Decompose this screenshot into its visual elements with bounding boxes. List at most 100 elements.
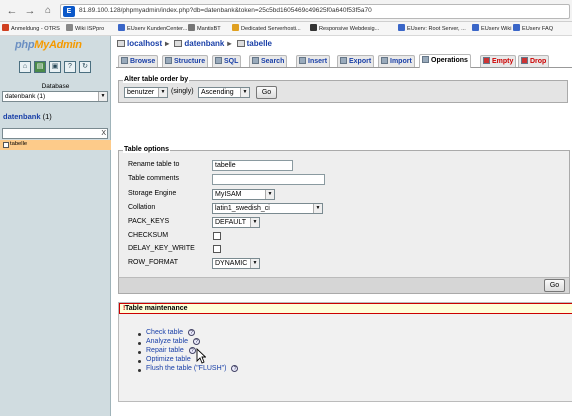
phpmyadmin-logo[interactable]: phpMyAdmin — [15, 39, 82, 51]
options-go-button[interactable]: Go — [544, 279, 565, 292]
insert-icon — [299, 57, 306, 64]
tab-export[interactable]: Export — [337, 55, 375, 67]
delay-key-write-checkbox[interactable] — [213, 245, 221, 253]
help-icon[interactable]: ? — [188, 347, 196, 354]
row-format-label: ROW_FORMAT — [128, 259, 179, 266]
delay-key-write-label: DELAY_KEY_WRITE — [128, 245, 195, 252]
order-fieldset: Alter table order by benutzer ▼ (singly) … — [118, 76, 568, 103]
breadcrumb-table[interactable]: tabelle — [247, 39, 272, 48]
row-format-select[interactable]: DYNAMIC ▼ — [212, 258, 260, 269]
order-go-button[interactable]: Go — [256, 86, 277, 99]
tab-browse[interactable]: Browse — [118, 55, 159, 67]
optimize-table-link[interactable]: Optimize table — [146, 356, 191, 363]
pack-keys-select[interactable]: DEFAULT ▼ — [212, 217, 260, 228]
bookmark-item[interactable]: EUserv KundenCenter... — [118, 24, 187, 34]
bookmark-item[interactable]: Wiki ISPpro — [66, 24, 104, 34]
table-icon[interactable] — [3, 142, 9, 148]
bookmark-item[interactable]: MantisBT — [188, 24, 221, 34]
bookmark-favicon-icon — [66, 24, 73, 31]
bookmark-item[interactable]: EUserv FAQ — [513, 24, 553, 34]
table-comments-input[interactable] — [212, 174, 325, 185]
url-bar[interactable]: E 81.89.100.128/phpmyadmin/index.php?db=… — [60, 4, 570, 19]
bookmark-favicon-icon — [398, 24, 405, 31]
bookmark-label: Dedicated Serverhosti... — [241, 26, 301, 32]
home-icon[interactable]: ⌂ — [19, 61, 31, 73]
bookmark-item[interactable]: EUserv Wiki — [472, 24, 511, 34]
analyze-table-link[interactable]: Analyze table? — [146, 338, 201, 345]
collation-label: Collation — [128, 204, 156, 211]
forward-arrow-icon[interactable]: → — [23, 4, 37, 18]
browser-toolbar: ← → ⌂ E 81.89.100.128/phpmyadmin/index.p… — [0, 0, 572, 22]
checksum-checkbox[interactable] — [213, 232, 221, 240]
table-filter-input[interactable]: X — [2, 128, 108, 139]
tab-import[interactable]: Import — [378, 55, 415, 67]
tab-drop[interactable]: Drop — [518, 55, 550, 67]
options-footer: Go — [118, 277, 570, 294]
chevron-down-icon: ▼ — [250, 218, 259, 227]
tab-search[interactable]: Search — [249, 55, 288, 67]
site-favicon-icon: E — [63, 6, 75, 17]
database-icon — [174, 40, 183, 47]
bookmark-item[interactable]: Anmeldung - OTRS — [2, 24, 60, 34]
order-column-select[interactable]: benutzer ▼ — [124, 87, 168, 98]
table-list-item[interactable]: tabelle — [0, 140, 111, 150]
help-icon[interactable]: ? — [193, 338, 201, 345]
tab-structure[interactable]: Structure — [162, 55, 209, 67]
server-icon — [117, 40, 125, 47]
chevron-down-icon: ▼ — [250, 259, 259, 268]
maintenance-header: ! Table maintenance — [119, 303, 572, 314]
drop-icon — [521, 57, 528, 64]
database-title-link[interactable]: datenbank (1) — [3, 112, 52, 121]
help-icon[interactable]: ? — [187, 329, 195, 336]
table-maintenance-fieldset: ! Table maintenance Check table? Analyze… — [118, 302, 572, 402]
back-arrow-icon[interactable]: ← — [5, 4, 19, 18]
order-direction-select[interactable]: Ascending ▼ — [198, 87, 250, 98]
storage-engine-select[interactable]: MyISAM ▼ — [212, 189, 275, 200]
mouse-cursor-icon — [196, 348, 206, 364]
browse-icon — [121, 57, 128, 64]
storage-engine-label: Storage Engine — [128, 190, 177, 197]
singly-label: (singly) — [171, 88, 194, 95]
bookmark-label: EUserv FAQ — [522, 26, 554, 32]
breadcrumb: localhost ▸ datenbank ▸ tabelle — [117, 39, 272, 48]
tab-sql[interactable]: SQL — [212, 55, 242, 67]
bookmark-label: Anmeldung - OTRS — [11, 26, 60, 32]
home-icon[interactable]: ⌂ — [41, 4, 55, 18]
breadcrumb-server[interactable]: localhost — [127, 39, 162, 48]
database-select[interactable]: datenbank (1) ▼ — [2, 91, 108, 102]
collation-select[interactable]: latin1_swedish_ci ▼ — [212, 203, 323, 214]
bullet — [138, 351, 141, 354]
documentation-icon[interactable]: ▣ — [49, 61, 61, 73]
flush-table-link[interactable]: Flush the table ("FLUSH")? — [146, 365, 239, 372]
chevron-down-icon: ▼ — [265, 190, 274, 199]
bookmark-item[interactable]: EUserv: Root Server, ... — [398, 24, 466, 34]
bookmark-favicon-icon — [232, 24, 239, 31]
content-frame: localhost ▸ datenbank ▸ tabelle Browse Str… — [112, 36, 572, 416]
rename-table-input[interactable]: tabelle — [212, 160, 293, 171]
chevron-down-icon: ▼ — [240, 88, 249, 97]
help-icon[interactable]: ? — [231, 365, 239, 372]
bookmark-item[interactable]: Responsive Webdesig... — [310, 24, 379, 34]
repair-table-link[interactable]: Repair table? — [146, 347, 196, 354]
tab-empty[interactable]: Empty — [480, 55, 517, 67]
comments-label: Table comments — [128, 175, 179, 182]
reload-icon[interactable]: ↻ — [79, 61, 91, 73]
bookmark-favicon-icon — [2, 24, 9, 31]
bookmark-label: MantisBT — [197, 26, 221, 32]
breadcrumb-database[interactable]: datenbank — [184, 39, 224, 48]
options-legend: Table options — [123, 146, 170, 153]
tab-operations[interactable]: Operations — [419, 54, 471, 68]
url-text[interactable]: 81.89.100.128/phpmyadmin/index.php?db=da… — [79, 7, 372, 14]
bookmark-item[interactable]: Dedicated Serverhosti... — [232, 24, 301, 34]
bullet — [138, 333, 141, 336]
check-table-link[interactable]: Check table? — [146, 329, 195, 336]
table-link[interactable]: tabelle — [10, 141, 27, 147]
help-icon[interactable]: ? — [64, 61, 76, 73]
rename-label: Rename table to — [128, 161, 180, 168]
sql-query-icon[interactable]: ▤ — [34, 61, 46, 73]
tab-insert[interactable]: Insert — [296, 55, 331, 67]
clear-filter-icon[interactable]: X — [101, 129, 106, 139]
bookmark-label: EUserv Wiki — [481, 26, 512, 32]
tab-bar: Browse Structure SQL Search Insert Expor… — [116, 54, 572, 68]
bookmark-label: EUserv: Root Server, ... — [407, 26, 466, 32]
